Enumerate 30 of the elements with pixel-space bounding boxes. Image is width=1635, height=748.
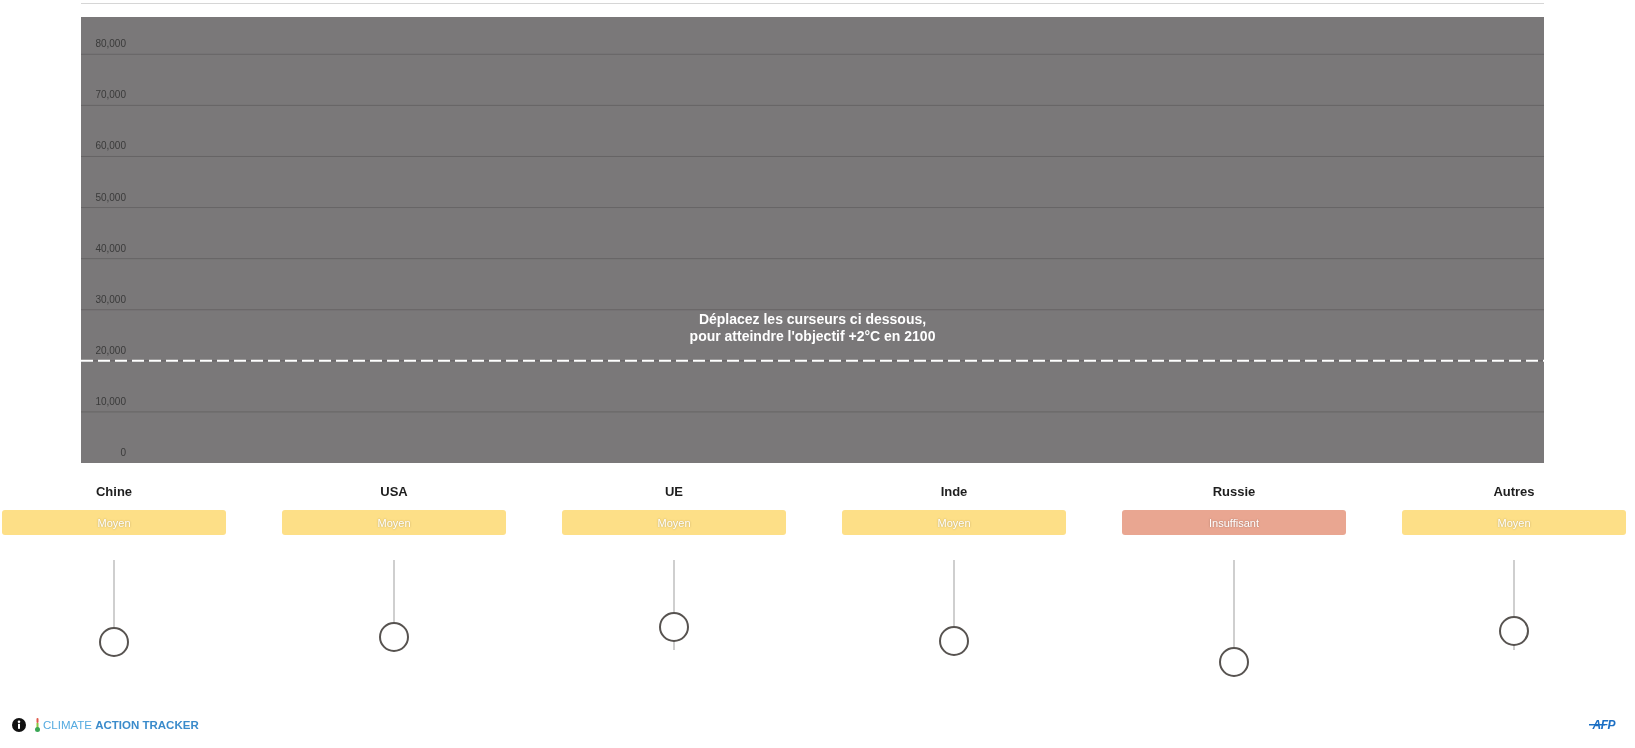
rating-label: Moyen [562,510,786,535]
slider-thumb[interactable] [659,612,689,643]
axis-tick-label: 70,000 [95,89,126,101]
axis-tick-label: 40,000 [95,242,126,254]
axis-tick-label: 30,000 [95,293,126,305]
country-name: Autres [1493,484,1535,500]
slider-thumb[interactable] [1219,647,1249,678]
rating-label: Moyen [842,510,1066,535]
country-name: Inde [940,484,968,500]
info-icon[interactable] [12,718,26,732]
axis-tick-label: 80,000 [95,38,126,50]
rating-label: Moyen [282,510,506,535]
instruction-text: Déplacez les curseurs ci dessous, pour atteindre l'objectif +2°C en 2100 [689,310,936,345]
country-name: Chine [95,484,133,500]
rating-label: Insuffisant [1122,510,1346,535]
axis-tick-label: 10,000 [95,395,126,407]
axis-tick-label: 50,000 [95,191,126,203]
rating-label: Moyen [2,510,226,535]
slider-thumb[interactable] [939,625,969,656]
slider-thumb[interactable] [1499,616,1529,647]
axis-tick-label: 60,000 [95,140,126,152]
thermometer-icon [35,718,40,732]
rating-label: Moyen [1402,510,1626,535]
source-logo-link[interactable]: CLIMATE ACTION TRACKER [43,718,199,732]
axis-tick-label: 20,000 [95,344,126,356]
slider-thumb[interactable] [99,627,129,658]
country-name: USA [380,484,408,500]
country-name: UE [664,484,684,500]
slider-thumb[interactable] [379,621,409,652]
country-name: Russie [1212,484,1256,500]
